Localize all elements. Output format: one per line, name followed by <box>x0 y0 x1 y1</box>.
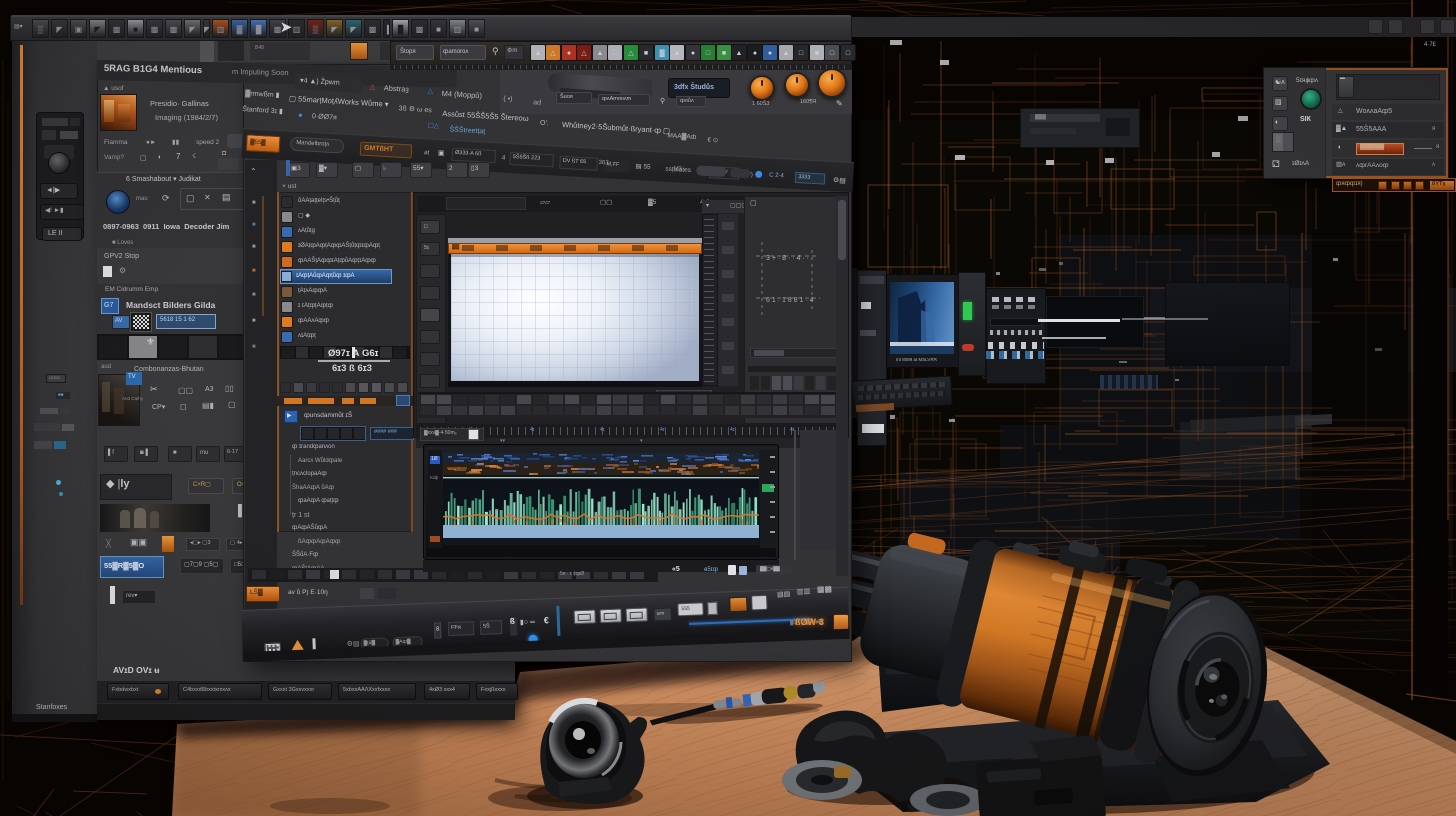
svg-text:3 + · 8 · · 4 · ·: 3 + · 8 · · 4 · · <box>766 255 809 262</box>
svg-text:6 1 · 1 8 8 1 · 4: 6 1 · 1 8 8 1 · 4 <box>766 297 814 304</box>
